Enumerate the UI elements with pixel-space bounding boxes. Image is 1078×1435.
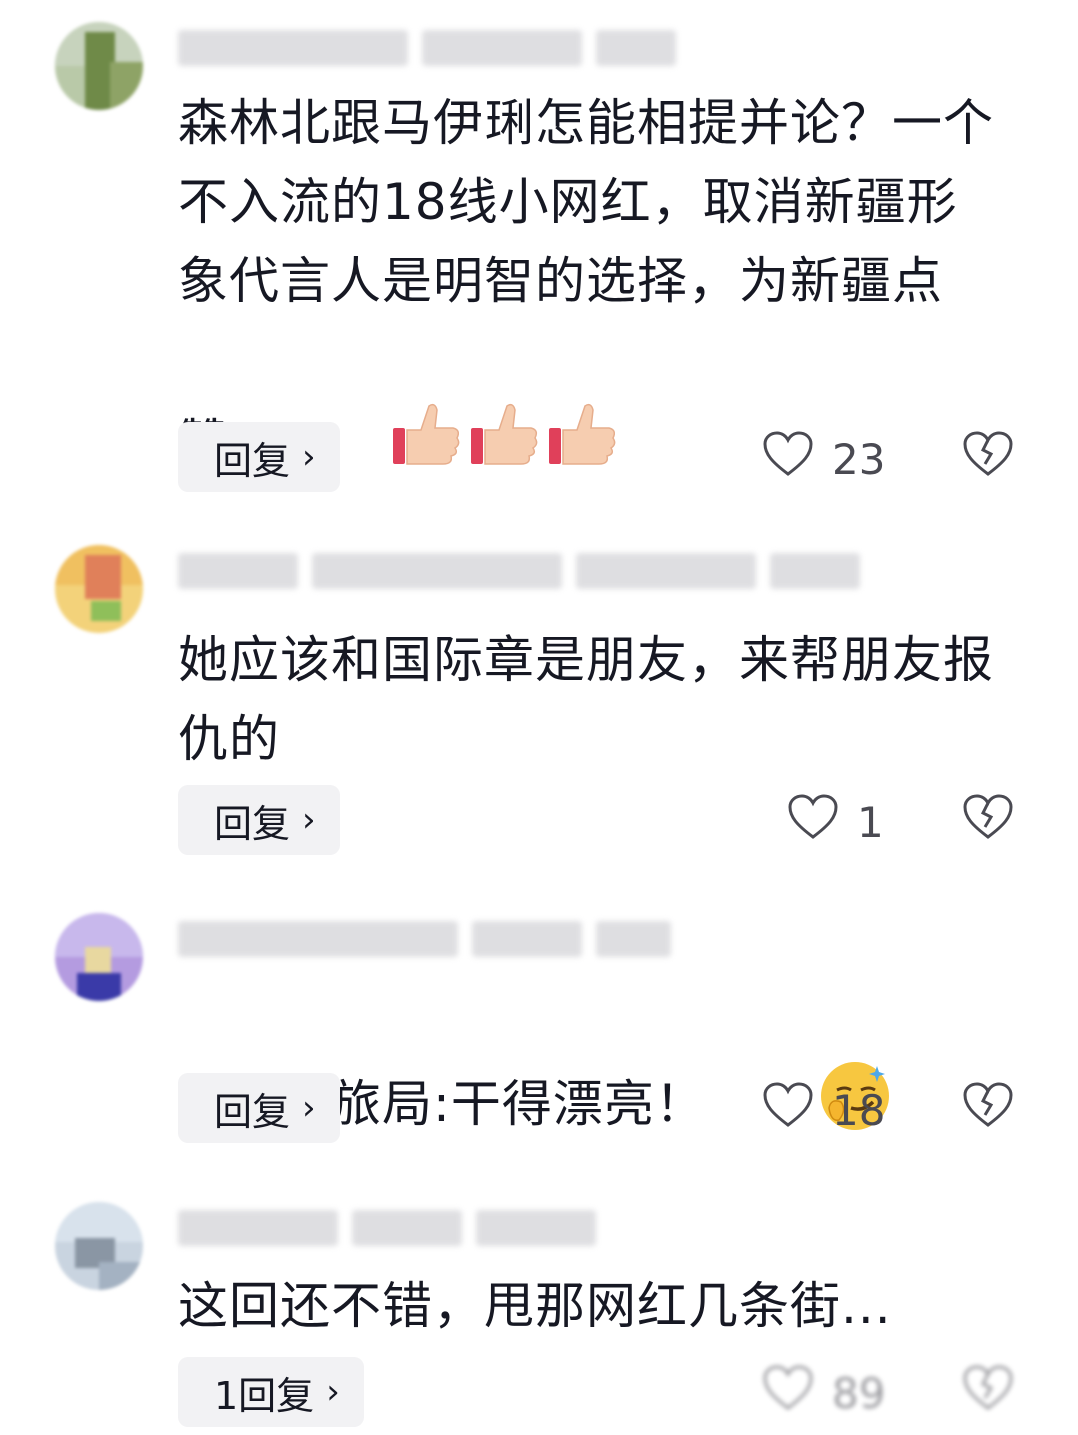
like-button[interactable]: 89 [762, 1364, 885, 1422]
like-button[interactable]: 1 [787, 793, 884, 851]
username-blurred[interactable] [178, 30, 676, 66]
dislike-button[interactable] [962, 430, 1014, 482]
avatar[interactable] [55, 1202, 143, 1290]
comment-text: 这回还不错，甩那网红几条街... [178, 1277, 892, 1335]
broken-heart-icon [962, 1365, 1014, 1416]
like-count: 1 [857, 797, 884, 847]
dislike-button[interactable] [962, 1364, 1014, 1416]
reply-button[interactable]: 回复 › [178, 1073, 340, 1143]
avatar[interactable] [55, 913, 143, 1001]
broken-heart-icon [962, 794, 1014, 845]
chevron-right-icon: › [302, 1088, 316, 1128]
reply-button[interactable]: 1回复 › [178, 1357, 364, 1427]
reply-button[interactable]: 回复 › [178, 422, 340, 492]
like-count: 18 [832, 1085, 886, 1135]
heart-icon [787, 793, 839, 851]
avatar[interactable] [55, 545, 143, 633]
broken-heart-icon [962, 1082, 1014, 1133]
broken-heart-icon [962, 431, 1014, 482]
dislike-button[interactable] [962, 793, 1014, 845]
thumbs-up-icon [290, 321, 621, 572]
comment-text: 她应该和国际章是朋友，来帮朋友报仇的 [178, 631, 994, 768]
username-blurred[interactable] [178, 921, 671, 957]
like-count: 89 [832, 1368, 886, 1418]
like-button[interactable]: 18 [762, 1081, 885, 1139]
like-button[interactable]: 23 [762, 430, 885, 488]
chevron-right-icon: › [326, 1372, 340, 1412]
reply-button[interactable]: 回复 › [178, 785, 340, 855]
chevron-right-icon: › [302, 800, 316, 840]
comment-text: 森林北跟马伊琍怎能相提并论？一个不入流的18线小网红，取消新疆形象代言人是明智的… [178, 84, 1008, 572]
heart-icon [762, 1364, 814, 1422]
dislike-button[interactable] [962, 1081, 1014, 1133]
avatar[interactable] [55, 22, 143, 110]
heart-icon [762, 1081, 814, 1139]
chevron-right-icon: › [302, 437, 316, 477]
username-blurred[interactable] [178, 1210, 596, 1246]
username-blurred[interactable] [178, 553, 860, 589]
like-count: 23 [832, 434, 886, 484]
heart-icon [762, 430, 814, 488]
